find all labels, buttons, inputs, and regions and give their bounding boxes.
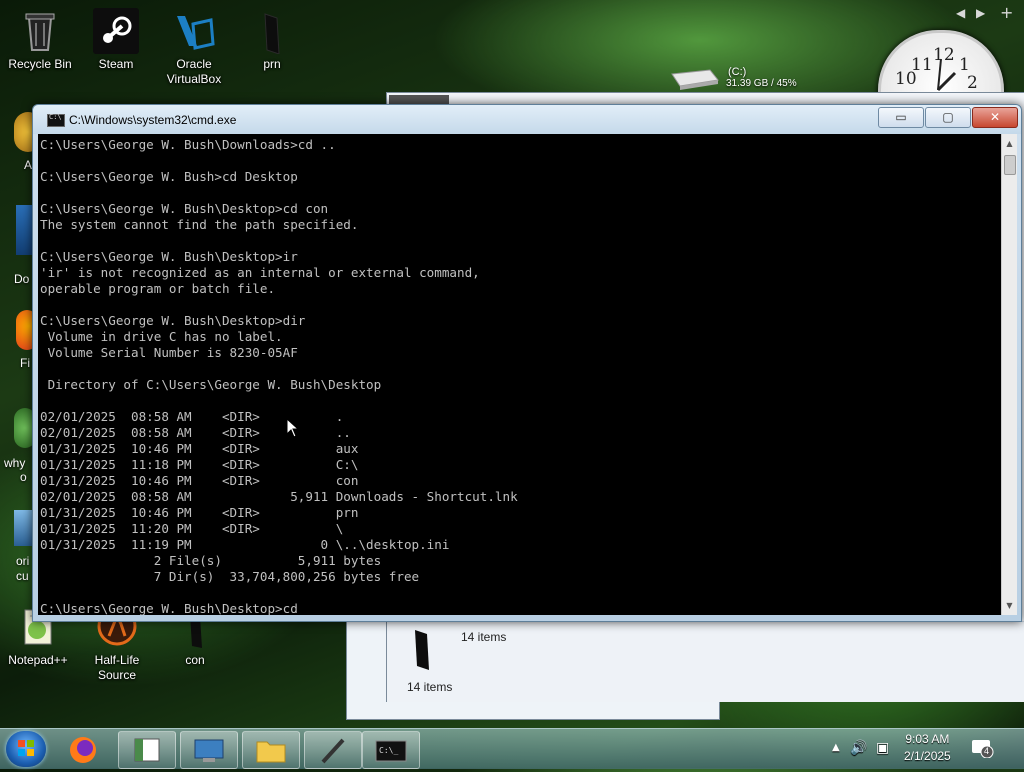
desktop-icon-label: prn (263, 57, 281, 71)
maximize-button[interactable]: ▢ (925, 107, 971, 128)
partial-icon-label: Fi (20, 356, 30, 370)
cmd-icon: C:\_ (375, 740, 407, 762)
network-icon[interactable]: ▣ (876, 740, 889, 756)
status-area: 14 items 14 items (387, 621, 1024, 702)
desktop-icon-recycle-bin[interactable]: Recycle Bin (2, 8, 78, 72)
window-title: C:\Windows\system32\cmd.exe (69, 113, 237, 127)
gadget-next-icon[interactable]: ▶ (976, 6, 985, 20)
minimize-button[interactable]: ▭ (878, 107, 924, 128)
desktop-icon-label: Half-Life Source (94, 653, 140, 682)
taskbar-notepad[interactable] (304, 731, 362, 769)
folder-icon (249, 8, 295, 55)
console-text: C:\Users\George W. Bush\Downloads>cd .. … (40, 137, 518, 615)
scroll-up-icon[interactable]: ▲ (1002, 136, 1017, 151)
partial-icon-label: why (4, 456, 26, 470)
taskbar-file-explorer[interactable] (242, 731, 300, 769)
notification-count: 4 (984, 746, 990, 756)
close-button[interactable]: ✕ (972, 107, 1018, 128)
virtualbox-icon (171, 8, 217, 54)
notepad-icon (321, 738, 345, 764)
svg-text:C:\_: C:\_ (379, 746, 398, 755)
desktop-icon-label: con (185, 653, 205, 667)
taskbar-firefox[interactable] (56, 731, 112, 767)
recycle-bin-icon (17, 8, 63, 54)
partial-icon-label: ori (16, 554, 30, 568)
status-item-count: 14 items (407, 680, 453, 694)
partial-icon-label: o (20, 470, 27, 484)
folder-icon (415, 630, 429, 670)
scroll-thumb[interactable] (1004, 155, 1016, 175)
gadget-add-icon[interactable]: + (1000, 3, 1013, 22)
status-item-count: 14 items (461, 630, 507, 644)
mouse-cursor-icon (286, 418, 300, 438)
drive-usage: 31.39 GB / 45% (726, 78, 797, 89)
start-button[interactable] (6, 731, 46, 767)
partial-icon-label: A (24, 158, 33, 172)
console-output[interactable]: C:\Users\George W. Bush\Downloads>cd .. … (38, 134, 1001, 615)
cmd-icon (47, 113, 65, 127)
desktop-icon-virtualbox[interactable]: Oracle VirtualBox (156, 8, 232, 87)
explorer-window-icon (134, 738, 160, 762)
desktop-icon-label: Steam (98, 57, 134, 71)
windows-logo-icon (18, 740, 34, 756)
drive-name: (C:) (728, 66, 747, 78)
vertical-scrollbar[interactable]: ▲ ▼ (1001, 134, 1017, 615)
scroll-down-icon[interactable]: ▼ (1002, 598, 1017, 613)
tray-time: 9:03 AM (905, 732, 950, 746)
cmd-titlebar[interactable]: C:\Windows\system32\cmd.exe ▭ ▢ ✕ (33, 105, 1021, 134)
desktop-icon-label: Notepad++ (8, 653, 68, 667)
steam-icon (93, 8, 139, 54)
taskbar: C:\_ (0, 728, 1024, 769)
taskbar-cmd[interactable]: C:\_ (362, 731, 420, 769)
taskbar-explorer-window[interactable] (118, 731, 176, 769)
tray-clock[interactable]: 9:03 AM 2/1/2025 (904, 731, 951, 765)
desktop-icon-steam[interactable]: Steam (78, 8, 154, 72)
tray-show-hidden-icon[interactable]: ▲ (832, 742, 840, 753)
hard-drive-icon (671, 69, 719, 90)
partial-icon-label: cu (16, 569, 29, 583)
partial-icon-label: Do (14, 272, 30, 286)
desktop-icon-prn[interactable]: prn (234, 8, 310, 72)
tray-date: 2/1/2025 (904, 749, 951, 763)
firefox-icon (70, 737, 96, 763)
desktop-icon-label: Oracle VirtualBox (166, 57, 222, 86)
gadget-prev-icon[interactable]: ◀ (956, 6, 965, 20)
taskbar-control-panel[interactable] (180, 731, 238, 769)
cmd-window[interactable]: C:\Windows\system32\cmd.exe ▭ ▢ ✕ C:\Use… (32, 104, 1022, 622)
action-center-icon[interactable]: 4 (970, 738, 994, 759)
desktop-icon-label: Recycle Bin (8, 57, 72, 71)
file-explorer-icon (256, 741, 286, 763)
volume-icon[interactable]: 🔊 (850, 740, 867, 756)
control-panel-icon (194, 739, 224, 762)
